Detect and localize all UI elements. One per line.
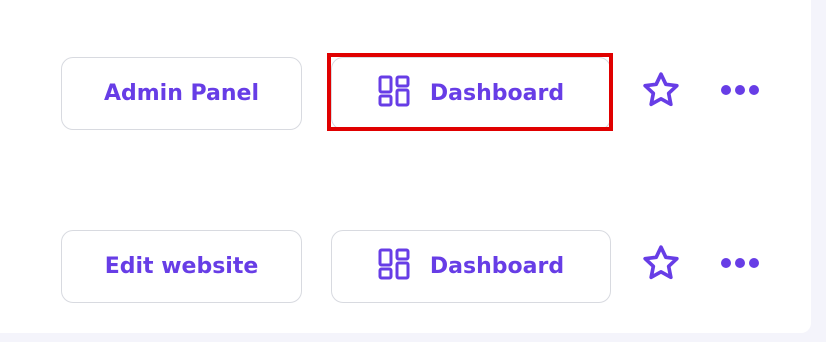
more-options-button[interactable]	[716, 75, 764, 107]
more-horizontal-icon	[719, 255, 761, 274]
favorite-star-button[interactable]	[639, 70, 683, 114]
admin-panel-button[interactable]: Admin Panel	[61, 57, 302, 130]
more-horizontal-icon	[719, 82, 761, 101]
dashboard-label: Dashboard	[429, 254, 565, 279]
edit-website-label: Edit website	[104, 254, 259, 279]
highlight-box	[327, 53, 613, 131]
dashboard-grid-icon	[378, 248, 410, 286]
dashboard-button[interactable]: Dashboard	[331, 230, 611, 303]
edit-website-button[interactable]: Edit website	[61, 230, 302, 303]
admin-panel-label: Admin Panel	[103, 81, 260, 106]
more-options-button[interactable]	[716, 248, 764, 280]
star-icon	[641, 70, 681, 114]
favorite-star-button[interactable]	[639, 243, 683, 287]
star-icon	[641, 243, 681, 287]
websites-card: Admin Panel Dashboard Edit website Dashb…	[0, 0, 811, 333]
